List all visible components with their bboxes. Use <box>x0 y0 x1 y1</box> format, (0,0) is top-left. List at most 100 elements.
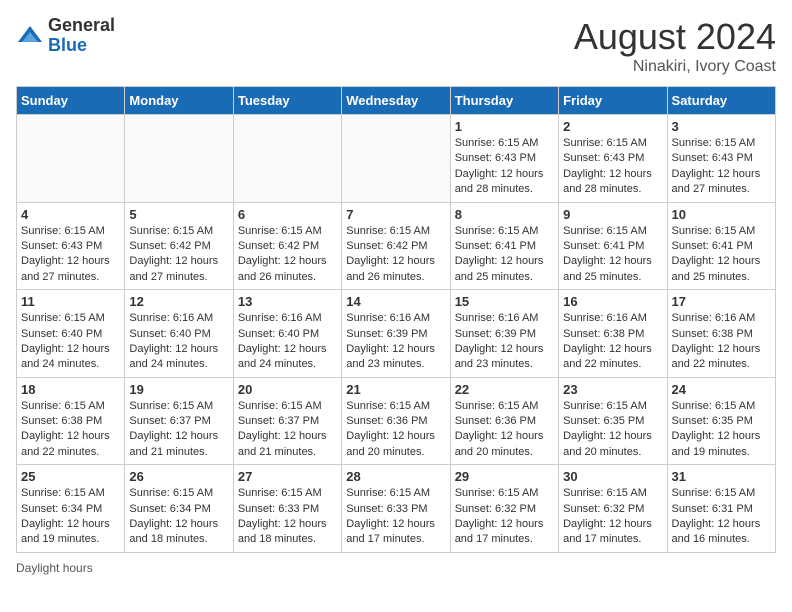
day-number: 13 <box>238 294 337 309</box>
day-info: Sunrise: 6:15 AMSunset: 6:41 PMDaylight:… <box>563 224 662 286</box>
calendar-day-header: Thursday <box>450 87 558 115</box>
calendar-table: SundayMondayTuesdayWednesdayThursdayFrid… <box>16 86 776 553</box>
calendar-day-cell: 1 Sunrise: 6:15 AMSunset: 6:43 PMDaylight… <box>450 115 558 203</box>
day-info: Sunrise: 6:15 AMSunset: 6:35 PMDaylight:… <box>563 399 662 461</box>
day-info: Sunrise: 6:15 AMSunset: 6:42 PMDaylight:… <box>238 224 337 286</box>
day-info: Sunrise: 6:15 AMSunset: 6:43 PMDaylight:… <box>672 136 771 198</box>
calendar-week-row: 18Sunrise: 6:15 AMSunset: 6:38 PMDayligh… <box>17 377 776 465</box>
logo-general: General <box>48 15 115 35</box>
calendar-day-cell: 3 Sunrise: 6:15 AMSunset: 6:43 PMDaylight… <box>667 115 775 203</box>
day-number: 31 <box>672 469 771 484</box>
day-info: Sunrise: 6:15 AMSunset: 6:37 PMDaylight:… <box>238 399 337 461</box>
day-info: Sunrise: 6:16 AMSunset: 6:38 PMDaylight:… <box>563 311 662 373</box>
calendar-day-cell: 2 Sunrise: 6:15 AMSunset: 6:43 PMDaylight… <box>559 115 667 203</box>
day-number: 11 <box>21 294 120 309</box>
calendar-day-cell: 5Sunrise: 6:15 AMSunset: 6:42 PMDaylight… <box>125 202 233 290</box>
calendar-day-cell: 16 Sunrise: 6:16 AMSunset: 6:38 PMDayligh… <box>559 290 667 378</box>
day-info: Sunrise: 6:15 AMSunset: 6:32 PMDaylight:… <box>455 486 554 548</box>
day-number: 20 <box>238 382 337 397</box>
calendar-day-cell: 18Sunrise: 6:15 AMSunset: 6:38 PMDayligh… <box>17 377 125 465</box>
calendar-day-cell: 4 Sunrise: 6:15 AMSunset: 6:43 PMDaylight… <box>17 202 125 290</box>
calendar-day-cell: 27 Sunrise: 6:15 AMSunset: 6:33 PMDayligh… <box>233 465 341 553</box>
day-info: Sunrise: 6:15 AMSunset: 6:37 PMDaylight:… <box>129 399 228 461</box>
day-info: Sunrise: 6:16 AMSunset: 6:39 PMDaylight:… <box>455 311 554 373</box>
calendar-day-cell: 11 Sunrise: 6:15 AMSunset: 6:40 PMDayligh… <box>17 290 125 378</box>
calendar-week-row: 1 Sunrise: 6:15 AMSunset: 6:43 PMDaylight… <box>17 115 776 203</box>
day-info: Sunrise: 6:16 AMSunset: 6:38 PMDaylight:… <box>672 311 771 373</box>
day-info: Sunrise: 6:16 AMSunset: 6:40 PMDaylight:… <box>238 311 337 373</box>
calendar-day-cell: 8Sunrise: 6:15 AMSunset: 6:41 PMDaylight… <box>450 202 558 290</box>
day-number: 27 <box>238 469 337 484</box>
day-info: Sunrise: 6:16 AMSunset: 6:40 PMDaylight:… <box>129 311 228 373</box>
calendar-day-cell: 12 Sunrise: 6:16 AMSunset: 6:40 PMDayligh… <box>125 290 233 378</box>
day-info: Sunrise: 6:15 AMSunset: 6:33 PMDaylight:… <box>238 486 337 548</box>
calendar-header-row: SundayMondayTuesdayWednesdayThursdayFrid… <box>17 87 776 115</box>
calendar-day-header: Friday <box>559 87 667 115</box>
day-number: 6 <box>238 207 337 222</box>
calendar-day-cell: 23 Sunrise: 6:15 AMSunset: 6:35 PMDayligh… <box>559 377 667 465</box>
logo-text: General Blue <box>48 16 115 56</box>
calendar-day-cell: 10Sunrise: 6:15 AMSunset: 6:41 PMDayligh… <box>667 202 775 290</box>
calendar-day-header: Tuesday <box>233 87 341 115</box>
day-number: 16 <box>563 294 662 309</box>
day-number: 2 <box>563 119 662 134</box>
calendar-day-cell: 29 Sunrise: 6:15 AMSunset: 6:32 PMDayligh… <box>450 465 558 553</box>
day-number: 12 <box>129 294 228 309</box>
day-number: 1 <box>455 119 554 134</box>
day-number: 28 <box>346 469 445 484</box>
day-number: 19 <box>129 382 228 397</box>
day-number: 9 <box>563 207 662 222</box>
day-number: 26 <box>129 469 228 484</box>
logo-icon <box>16 22 44 50</box>
day-info: Sunrise: 6:15 AMSunset: 6:43 PMDaylight:… <box>563 136 662 198</box>
calendar-day-header: Wednesday <box>342 87 450 115</box>
day-info: Sunrise: 6:15 AMSunset: 6:42 PMDaylight:… <box>346 224 445 286</box>
calendar-day-cell <box>342 115 450 203</box>
calendar-day-header: Sunday <box>17 87 125 115</box>
calendar-day-header: Saturday <box>667 87 775 115</box>
day-info: Sunrise: 6:15 AMSunset: 6:34 PMDaylight:… <box>21 486 120 548</box>
page-header: General Blue August 2024 Ninakiri, Ivory… <box>16 16 776 76</box>
calendar-week-row: 25 Sunrise: 6:15 AMSunset: 6:34 PMDayligh… <box>17 465 776 553</box>
day-number: 7 <box>346 207 445 222</box>
calendar-day-cell: 24 Sunrise: 6:15 AMSunset: 6:35 PMDayligh… <box>667 377 775 465</box>
day-info: Sunrise: 6:16 AMSunset: 6:39 PMDaylight:… <box>346 311 445 373</box>
day-info: Sunrise: 6:15 AMSunset: 6:43 PMDaylight:… <box>455 136 554 198</box>
calendar-day-cell: 6 Sunrise: 6:15 AMSunset: 6:42 PMDaylight… <box>233 202 341 290</box>
day-info: Sunrise: 6:15 AMSunset: 6:40 PMDaylight:… <box>21 311 120 373</box>
calendar-day-cell: 21 Sunrise: 6:15 AMSunset: 6:36 PMDayligh… <box>342 377 450 465</box>
day-number: 10 <box>672 207 771 222</box>
day-info: Sunrise: 6:15 AMSunset: 6:41 PMDaylight:… <box>455 224 554 286</box>
day-number: 3 <box>672 119 771 134</box>
calendar-day-cell: 22Sunrise: 6:15 AMSunset: 6:36 PMDayligh… <box>450 377 558 465</box>
calendar-day-cell: 15Sunrise: 6:16 AMSunset: 6:39 PMDayligh… <box>450 290 558 378</box>
calendar-day-cell <box>17 115 125 203</box>
logo: General Blue <box>16 16 115 56</box>
day-info: Sunrise: 6:15 AMSunset: 6:36 PMDaylight:… <box>455 399 554 461</box>
calendar-day-cell: 17 Sunrise: 6:16 AMSunset: 6:38 PMDayligh… <box>667 290 775 378</box>
calendar-day-cell: 28Sunrise: 6:15 AMSunset: 6:33 PMDayligh… <box>342 465 450 553</box>
day-number: 23 <box>563 382 662 397</box>
day-number: 21 <box>346 382 445 397</box>
day-info: Sunrise: 6:15 AMSunset: 6:31 PMDaylight:… <box>672 486 771 548</box>
day-number: 4 <box>21 207 120 222</box>
calendar-day-cell: 14Sunrise: 6:16 AMSunset: 6:39 PMDayligh… <box>342 290 450 378</box>
calendar-day-header: Monday <box>125 87 233 115</box>
calendar-week-row: 11 Sunrise: 6:15 AMSunset: 6:40 PMDayligh… <box>17 290 776 378</box>
calendar-day-cell <box>125 115 233 203</box>
calendar-day-cell: 7 Sunrise: 6:15 AMSunset: 6:42 PMDaylight… <box>342 202 450 290</box>
day-info: Sunrise: 6:15 AMSunset: 6:35 PMDaylight:… <box>672 399 771 461</box>
day-info: Sunrise: 6:15 AMSunset: 6:36 PMDaylight:… <box>346 399 445 461</box>
title-block: August 2024 Ninakiri, Ivory Coast <box>574 16 776 76</box>
day-number: 17 <box>672 294 771 309</box>
page-title: August 2024 <box>574 16 776 58</box>
day-number: 24 <box>672 382 771 397</box>
calendar-day-cell: 30Sunrise: 6:15 AMSunset: 6:32 PMDayligh… <box>559 465 667 553</box>
calendar-day-cell: 25 Sunrise: 6:15 AMSunset: 6:34 PMDayligh… <box>17 465 125 553</box>
day-info: Sunrise: 6:15 AMSunset: 6:43 PMDaylight:… <box>21 224 120 286</box>
day-number: 25 <box>21 469 120 484</box>
calendar-day-cell <box>233 115 341 203</box>
calendar-day-cell: 13 Sunrise: 6:16 AMSunset: 6:40 PMDayligh… <box>233 290 341 378</box>
day-number: 30 <box>563 469 662 484</box>
day-number: 29 <box>455 469 554 484</box>
